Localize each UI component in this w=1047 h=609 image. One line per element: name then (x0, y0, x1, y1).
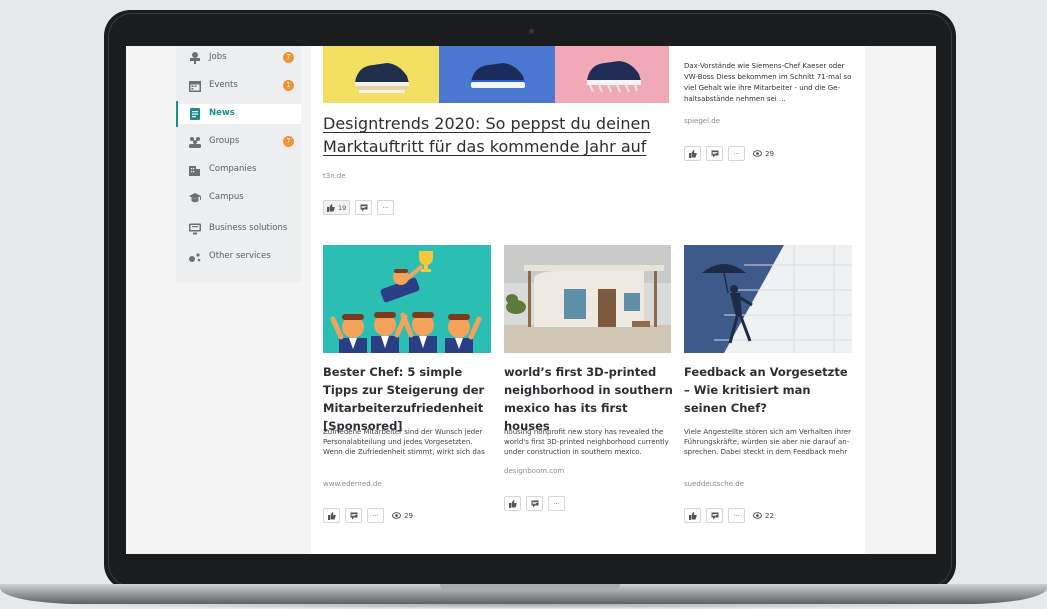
comment-button[interactable] (526, 496, 543, 511)
eye-icon (753, 512, 762, 519)
sidebar-item-label: Groups (209, 136, 240, 146)
sidebar-item-label: Companies (209, 164, 257, 174)
view-count-value: 22 (765, 511, 774, 520)
comment-icon (531, 500, 538, 507)
article-title[interactable]: Feedback an Vorgesetzte – Wie kritisiert… (684, 363, 854, 417)
like-count: 19 (338, 203, 347, 212)
article-image[interactable] (504, 245, 671, 353)
article-actions: 19 ··· (323, 199, 395, 216)
comment-icon (350, 512, 357, 519)
article-actions: ··· 29 (684, 145, 774, 162)
like-button[interactable]: 19 (323, 200, 351, 215)
sidebar-item-other-services[interactable]: Other services (176, 247, 301, 267)
article-image[interactable] (684, 245, 852, 353)
notification-badge: 7 (283, 52, 294, 63)
comment-icon (360, 204, 368, 211)
comment-icon (711, 512, 718, 519)
featured-article-image[interactable] (323, 46, 669, 103)
sidebar-item-companies[interactable]: Companies (176, 160, 301, 180)
sidebar-item-label: Campus (209, 192, 244, 202)
briefcase-icon (190, 52, 200, 64)
view-count: 29 (753, 150, 774, 158)
laptop-base-notch (440, 584, 620, 591)
article-excerpt: Zufriedene Mitarbeiter sind der Wunsch j… (323, 428, 485, 456)
presentation-icon (189, 223, 201, 235)
like-button[interactable] (504, 496, 521, 511)
view-count-value: 29 (404, 511, 413, 520)
more-button[interactable]: ··· (377, 200, 395, 215)
building-icon (189, 166, 200, 176)
like-button[interactable] (684, 508, 701, 523)
comment-button[interactable] (706, 508, 723, 523)
article-source[interactable]: designboom.com (504, 467, 564, 475)
more-button[interactable]: ··· (728, 508, 745, 523)
comment-button[interactable] (345, 508, 362, 523)
article-source[interactable]: www.edenred.de (323, 480, 382, 488)
calendar-icon (189, 81, 201, 92)
sidebar-item-label: News (209, 108, 235, 118)
article-title[interactable]: world’s first 3D-printed neigh­borhood i… (504, 363, 674, 435)
article-excerpt: housing nonprofit new story has revealed… (504, 428, 669, 456)
article-actions: ··· 22 (684, 507, 774, 524)
article-title[interactable]: Bester Chef: 5 simple Tipps zur Steigeru… (323, 363, 493, 435)
view-count-value: 29 (765, 149, 774, 158)
view-count: 22 (753, 512, 774, 520)
sidebar-item-label: Events (209, 80, 238, 90)
groups-icon (189, 137, 201, 148)
sidebar-item-label: Business solutions (209, 223, 288, 233)
sidebar-item-jobs[interactable]: Jobs 7 (176, 48, 301, 68)
article-excerpt: Dax-Vorstände wie Siemens-Chef Kaeser od… (684, 62, 852, 103)
eye-icon (753, 150, 762, 157)
notification-badge: 7 (283, 136, 294, 147)
sidebar-item-label: Other services (209, 251, 271, 261)
more-button[interactable]: ··· (548, 496, 565, 511)
news-feed: Designtrends 2020: So peppst du deinen M… (311, 46, 865, 554)
article-source[interactable]: t3n.de (323, 172, 346, 180)
article-source[interactable]: sueddeutsche.de (684, 480, 744, 488)
comment-button[interactable] (706, 146, 723, 161)
thumbs-up-icon (327, 511, 336, 520)
article-actions: ··· (504, 495, 565, 512)
comment-icon (711, 150, 718, 157)
view-count: 29 (392, 512, 413, 520)
sidebar: Jobs 7 Events 1 News Groups 7 Companies … (176, 46, 301, 282)
sidebar-item-label: Jobs (209, 52, 227, 62)
thumbs-up-icon (327, 203, 335, 212)
sidebar-item-events[interactable]: Events 1 (176, 76, 301, 96)
article-source[interactable]: spiegel.de (684, 117, 720, 125)
thumbs-up-icon (688, 511, 697, 520)
thumbs-up-icon (688, 149, 697, 158)
sidebar-item-news[interactable]: News (176, 101, 301, 127)
featured-article-title[interactable]: Designtrends 2020: So peppst du deinen M… (323, 112, 663, 158)
sidebar-item-campus[interactable]: Campus (176, 188, 301, 208)
more-button[interactable]: ··· (728, 146, 745, 161)
article-image[interactable] (323, 245, 491, 353)
screen: Jobs 7 Events 1 News Groups 7 Companies … (126, 46, 936, 554)
more-button[interactable]: ··· (367, 508, 384, 523)
eye-icon (392, 512, 401, 519)
camera-icon (529, 29, 534, 34)
like-button[interactable] (323, 508, 340, 523)
comment-button[interactable] (355, 200, 373, 215)
thumbs-up-icon (508, 499, 517, 508)
like-button[interactable] (684, 146, 701, 161)
sidebar-item-business-solutions[interactable]: Business solutions (176, 219, 301, 239)
graduation-cap-icon (189, 193, 201, 203)
notification-badge: 1 (283, 80, 294, 91)
article-excerpt: Viele Angestellte stören sich am Verhalt… (684, 428, 851, 456)
sidebar-item-groups[interactable]: Groups 7 (176, 132, 301, 152)
news-icon (190, 108, 200, 120)
dots-icon (189, 253, 201, 262)
article-actions: ··· 29 (323, 507, 413, 524)
